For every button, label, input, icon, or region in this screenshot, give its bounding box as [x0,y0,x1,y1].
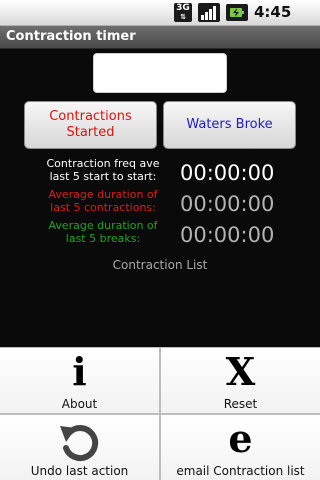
title-bar: Contraction timer [0,26,320,49]
menu-label-undo: Undo last action [30,464,129,478]
contraction-list-title: Contraction List [112,258,208,272]
3g-icon: 3G ⇅ [174,3,192,22]
timer-display-field[interactable] [93,53,227,93]
undo-icon [60,425,99,462]
breaks-label: Average duration of last 5 breaks: [48,219,158,245]
waters-broke-button[interactable]: Waters Broke [163,101,296,149]
breaks-value: 00:00:00 [180,223,275,247]
status-bar: 3G ⇅ 4:45 PM [0,0,320,46]
menu-label-reset: Reset [223,397,258,411]
network-type: 3G [176,3,190,13]
app-title: Contraction timer [6,29,136,44]
menu-item-email[interactable]: e email Contraction list [161,415,320,480]
battery-charging-icon [226,4,248,21]
waters-broke-label: Waters Broke [186,117,273,132]
info-icon: i [72,349,87,394]
clock-time: 4:45 PM [254,3,292,46]
menu-label-about: About [61,397,98,411]
menu-item-about[interactable]: i About [0,348,159,413]
duration-value: 00:00:00 [180,192,275,216]
app-screen: 3G ⇅ 4:45 PM Contraction timer Contracti… [0,0,320,480]
menu-item-undo[interactable]: Undo last action [0,415,159,480]
options-menu: i About X Reset Undo last action e email… [0,347,320,480]
menu-item-reset[interactable]: X Reset [161,348,320,413]
x-icon: X [225,349,256,394]
contractions-started-label: Contractions Started [49,109,132,140]
signal-icon [198,3,220,22]
freq-label: Contraction freq ave last 5 start to sta… [46,157,160,183]
contractions-started-button[interactable]: Contractions Started [24,101,157,149]
email-icon: e [228,416,253,461]
duration-label: Average duration of last 5 contractions: [48,188,158,214]
menu-label-email: email Contraction list [176,464,305,478]
freq-value: 00:00:00 [180,161,275,185]
